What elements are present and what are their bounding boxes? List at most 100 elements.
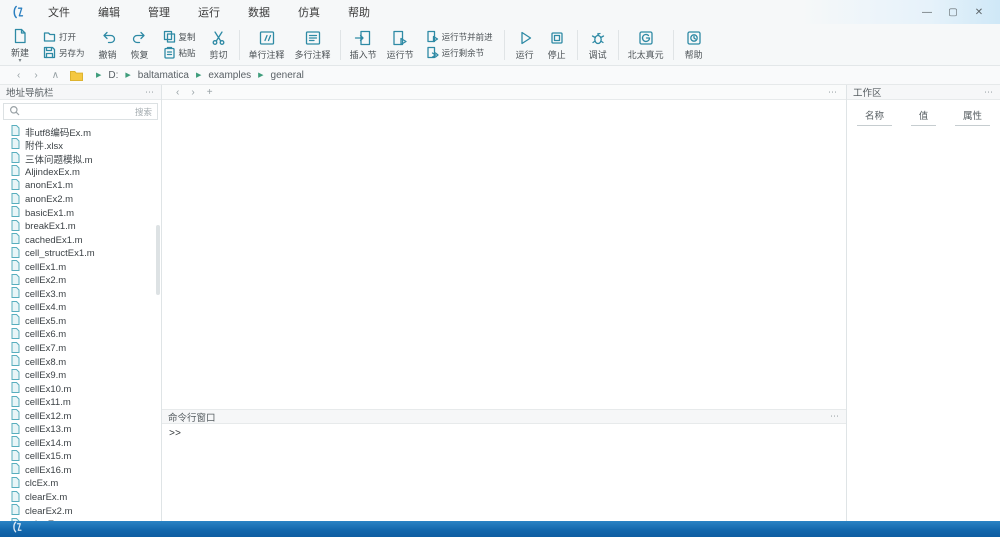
file-name: cellEx4.m bbox=[25, 302, 66, 313]
undo-button[interactable]: 撤销 bbox=[92, 28, 124, 62]
editor-tab-strip: ‹ › + ⋯ bbox=[162, 85, 846, 100]
file-list-item[interactable]: cellEx2.m bbox=[0, 274, 161, 288]
file-list-item[interactable]: AljindexEx.m bbox=[0, 166, 161, 180]
open-button[interactable]: 打开 bbox=[41, 30, 87, 43]
file-list-item[interactable]: basicEx1.m bbox=[0, 206, 161, 220]
command-window-input[interactable]: >> bbox=[162, 424, 846, 521]
file-icon bbox=[11, 423, 20, 437]
cut-button[interactable]: 剪切 bbox=[203, 28, 235, 62]
back-button[interactable]: ‹ bbox=[10, 70, 27, 81]
file-list-item[interactable]: colonEx.m bbox=[0, 518, 161, 521]
run-section-advance-label: 运行节并前进 bbox=[442, 31, 493, 43]
command-window-more-button[interactable]: ⋯ bbox=[830, 411, 840, 422]
file-list-item[interactable]: cell_structEx1.m bbox=[0, 247, 161, 261]
file-list-item[interactable]: cellEx8.m bbox=[0, 355, 161, 369]
workspace-column-header[interactable]: 属性 bbox=[955, 108, 990, 126]
file-list: 非utf8编码Ex.m 附件.xlsx 三体问题模拟.m bbox=[0, 122, 161, 521]
run-section-button[interactable]: 运行节 bbox=[382, 28, 419, 62]
file-list-item[interactable]: cellEx1.m bbox=[0, 260, 161, 274]
toolbar-separator bbox=[239, 30, 240, 60]
search-button[interactable]: 搜索 bbox=[135, 106, 152, 118]
file-list-item[interactable]: cellEx16.m bbox=[0, 464, 161, 478]
paste-button[interactable]: 粘贴 bbox=[161, 46, 198, 59]
help-button[interactable]: 帮助 bbox=[678, 28, 710, 62]
new-tab-button[interactable]: + bbox=[201, 87, 219, 98]
run-section-extra-group: 运行节并前进 运行剩余节 bbox=[419, 30, 500, 59]
single-comment-button[interactable]: 单行注释 bbox=[244, 28, 290, 62]
up-button[interactable]: ∧ bbox=[45, 70, 66, 81]
redo-button[interactable]: 恢复 bbox=[124, 28, 156, 62]
file-list-item[interactable]: cellEx12.m bbox=[0, 409, 161, 423]
maximize-button[interactable]: ▢ bbox=[940, 5, 966, 20]
file-list-item[interactable]: cellEx9.m bbox=[0, 369, 161, 383]
insert-section-button[interactable]: 插入节 bbox=[345, 28, 382, 62]
file-list-item[interactable]: 三体问题模拟.m bbox=[0, 152, 161, 166]
file-list-item[interactable]: cellEx3.m bbox=[0, 288, 161, 302]
search-input[interactable] bbox=[24, 107, 131, 117]
run-button[interactable]: 运行 bbox=[509, 28, 541, 62]
menu-item[interactable]: 文件 bbox=[34, 1, 84, 23]
file-list-item[interactable]: cellEx6.m bbox=[0, 328, 161, 342]
file-icon bbox=[11, 342, 20, 356]
file-list-item[interactable]: cellEx7.m bbox=[0, 342, 161, 356]
redo-button-label: 恢复 bbox=[131, 48, 149, 61]
run-section-advance-button[interactable]: 运行节并前进 bbox=[424, 30, 495, 43]
file-icon bbox=[11, 314, 20, 328]
stop-button[interactable]: 停止 bbox=[541, 28, 573, 62]
breadcrumb-item[interactable]: examples bbox=[208, 70, 251, 81]
open-button-label: 打开 bbox=[59, 31, 76, 43]
menu-item[interactable]: 运行 bbox=[184, 1, 234, 23]
beitai-zhenyuan-button[interactable]: 北太真元 bbox=[623, 28, 669, 62]
file-list-item[interactable]: cachedEx1.m bbox=[0, 233, 161, 247]
file-list-item[interactable]: cellEx13.m bbox=[0, 423, 161, 437]
file-list-item[interactable]: cellEx5.m bbox=[0, 315, 161, 329]
debug-button[interactable]: 调试 bbox=[582, 28, 614, 62]
copy-button[interactable]: 复制 bbox=[161, 30, 198, 43]
forward-button[interactable]: › bbox=[27, 70, 44, 81]
file-list-item[interactable]: breakEx1.m bbox=[0, 220, 161, 234]
file-list-item[interactable]: cellEx11.m bbox=[0, 396, 161, 410]
file-list-item[interactable]: cellEx4.m bbox=[0, 301, 161, 315]
workspace-more-button[interactable]: ⋯ bbox=[984, 87, 994, 98]
file-list-item[interactable]: 附件.xlsx bbox=[0, 139, 161, 153]
menu-item[interactable]: 编辑 bbox=[84, 1, 134, 23]
cut-button-label: 剪切 bbox=[210, 48, 228, 61]
taskbar-app-icon[interactable] bbox=[12, 520, 24, 537]
tabstrip-more-button[interactable]: ⋯ bbox=[828, 87, 838, 98]
breadcrumb-item[interactable]: baltamatica bbox=[138, 70, 189, 81]
menu-item[interactable]: 仿真 bbox=[284, 1, 334, 23]
menu-item[interactable]: 管理 bbox=[134, 1, 184, 23]
file-icon bbox=[11, 233, 20, 247]
minimize-button[interactable]: — bbox=[914, 5, 940, 20]
file-list-item[interactable]: 非utf8编码Ex.m bbox=[0, 125, 161, 139]
menu-item[interactable]: 数据 bbox=[234, 1, 284, 23]
menu-items: 文件编辑管理运行数据仿真帮助 bbox=[34, 1, 384, 23]
close-button[interactable]: ✕ bbox=[966, 5, 992, 20]
file-list-item[interactable]: anonEx1.m bbox=[0, 179, 161, 193]
toolbar-separator bbox=[577, 30, 578, 60]
breadcrumb-item[interactable]: general bbox=[271, 70, 304, 81]
breadcrumb-item[interactable]: D: bbox=[108, 70, 118, 81]
run-section-advance-icon bbox=[426, 30, 439, 43]
save-as-button[interactable]: 另存为 bbox=[41, 46, 87, 59]
tab-forward-button[interactable]: › bbox=[185, 87, 200, 98]
menu-item[interactable]: 帮助 bbox=[334, 1, 384, 23]
file-list-item[interactable]: clearEx.m bbox=[0, 491, 161, 505]
panel-more-button[interactable]: ⋯ bbox=[145, 87, 155, 98]
workspace-column-header[interactable]: 名称 bbox=[857, 108, 892, 126]
tab-back-button[interactable]: ‹ bbox=[170, 87, 185, 98]
new-button[interactable]: 新建 ▾ bbox=[4, 26, 36, 64]
workspace-column-header[interactable]: 值 bbox=[911, 108, 937, 126]
file-list-item[interactable]: cellEx10.m bbox=[0, 382, 161, 396]
help-button-label: 帮助 bbox=[685, 48, 703, 61]
file-list-item[interactable]: clearEx2.m bbox=[0, 504, 161, 518]
sidebar-scrollbar[interactable] bbox=[156, 225, 160, 295]
workspace-panel: 工作区 ⋯ 名称值属性 bbox=[847, 85, 1000, 521]
file-list-item[interactable]: cellEx14.m bbox=[0, 437, 161, 451]
file-icon bbox=[11, 193, 20, 207]
file-list-item[interactable]: anonEx2.m bbox=[0, 193, 161, 207]
run-remaining-button[interactable]: 运行剩余节 bbox=[424, 46, 495, 59]
file-list-item[interactable]: cellEx15.m bbox=[0, 450, 161, 464]
file-list-item[interactable]: clcEx.m bbox=[0, 477, 161, 491]
multi-comment-button[interactable]: 多行注释 bbox=[290, 28, 336, 62]
